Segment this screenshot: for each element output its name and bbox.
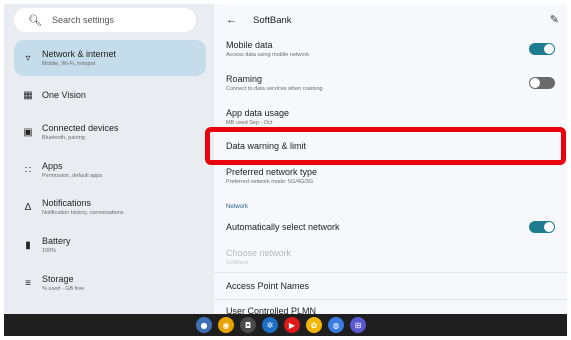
storage-icon: ≡ bbox=[25, 277, 31, 289]
battery-icon: ▮ bbox=[25, 239, 31, 251]
auto-select-network-toggle[interactable] bbox=[529, 221, 555, 233]
sidebar-item-battery[interactable]: ▮ Battery 100% bbox=[14, 230, 206, 260]
sidebar-item-subtitle: 100% bbox=[42, 248, 57, 254]
settings-icon[interactable]: ✲ bbox=[262, 317, 278, 333]
sidebar-item-title: Network & internet bbox=[42, 49, 117, 59]
bell-icon: Δ bbox=[24, 201, 32, 213]
youtube-icon[interactable]: ▶ bbox=[284, 317, 300, 333]
row-subtitle: Connect to data services when roaming bbox=[226, 86, 323, 92]
row-title: Choose network bbox=[226, 248, 292, 258]
sidebar-item-connected-devices[interactable]: ▣ Connected devices Bluetooth, pairing bbox=[14, 117, 206, 147]
apps-folder-icon[interactable]: ⊞ bbox=[350, 317, 366, 333]
sidebar-item-title: Storage bbox=[42, 274, 74, 284]
page-title: SoftBank bbox=[253, 14, 292, 26]
row-title: User Controlled PLMN bbox=[226, 306, 317, 314]
launcher-icon[interactable]: ● bbox=[196, 317, 212, 333]
divider bbox=[214, 299, 567, 300]
roaming-toggle[interactable] bbox=[529, 77, 555, 89]
screenshot-frame: 🔍︎ Search settings ▿ Network & internet … bbox=[0, 0, 571, 340]
auto-select-network-row[interactable]: Automatically select network bbox=[226, 222, 556, 232]
highlight-box bbox=[205, 127, 566, 165]
row-title: Automatically select network bbox=[226, 222, 340, 232]
access-point-names-row[interactable]: Access Point Names bbox=[226, 281, 556, 291]
back-arrow-icon[interactable]: ← bbox=[226, 14, 237, 26]
row-title: Roaming bbox=[226, 74, 263, 84]
preferred-network-type-row[interactable]: Preferred network type Preferred network… bbox=[226, 167, 556, 185]
sidebar-item-network[interactable]: ▿ Network & internet Mobile, Wi-Fi, hots… bbox=[14, 40, 206, 76]
wifi-icon: ▿ bbox=[25, 52, 31, 64]
row-title: Access Point Names bbox=[226, 281, 310, 291]
sidebar-item-subtitle: Bluetooth, pairing bbox=[42, 135, 85, 141]
sidebar-item-one-vision[interactable]: ▦ One Vision bbox=[14, 83, 206, 107]
row-subtitle: Access data using mobile network bbox=[226, 52, 310, 58]
sidebar-item-title: One Vision bbox=[42, 90, 86, 100]
row-subtitle: Preferred network mode: 5G/4G/3G bbox=[226, 179, 314, 185]
row-title: Mobile data bbox=[226, 40, 273, 50]
sidebar-item-subtitle: Notification history, conversations bbox=[42, 210, 124, 216]
sidebar-item-title: Apps bbox=[42, 161, 63, 171]
user-controlled-plmn-row[interactable]: User Controlled PLMN bbox=[226, 306, 556, 314]
edit-pencil-icon[interactable]: ✎ bbox=[550, 13, 559, 26]
sidebar-item-storage[interactable]: ≡ Storage % used - GB free bbox=[14, 268, 206, 298]
network-category-label: Network bbox=[226, 204, 249, 210]
mobile-data-row[interactable]: Mobile data Access data using mobile net… bbox=[226, 40, 556, 58]
sidebar-item-title: Battery bbox=[42, 236, 71, 246]
detail-header: ← SoftBank ✎ bbox=[214, 4, 567, 36]
divider bbox=[214, 272, 567, 273]
camera-icon[interactable]: ◘ bbox=[240, 317, 256, 333]
one-vision-icon: ▦ bbox=[23, 89, 33, 101]
apps-icon: ∷ bbox=[24, 164, 32, 176]
chrome-icon[interactable]: ◉ bbox=[218, 317, 234, 333]
row-title: Preferred network type bbox=[226, 167, 318, 177]
photos-icon[interactable]: ✿ bbox=[306, 317, 322, 333]
mobile-data-toggle[interactable] bbox=[529, 43, 555, 55]
roaming-row[interactable]: Roaming Connect to data services when ro… bbox=[226, 74, 556, 92]
row-subtitle: SoftBank bbox=[226, 260, 249, 266]
app-data-usage-row[interactable]: App data usage MB used Sep - Oct bbox=[226, 108, 556, 126]
search-bar[interactable]: 🔍︎ Search settings bbox=[14, 8, 196, 32]
sidebar-item-subtitle: % used - GB free bbox=[42, 286, 85, 292]
devices-icon: ▣ bbox=[23, 126, 33, 138]
search-icon: 🔍︎ bbox=[28, 14, 42, 27]
search-placeholder: Search settings bbox=[51, 15, 115, 25]
row-title: App data usage bbox=[226, 108, 290, 118]
row-subtitle: MB used Sep - Oct bbox=[226, 120, 273, 126]
sidebar-item-apps[interactable]: ∷ Apps Permission, default apps bbox=[14, 155, 206, 185]
assistant-icon[interactable]: ◍ bbox=[328, 317, 344, 333]
choose-network-row: Choose network SoftBank bbox=[226, 248, 556, 266]
sidebar-item-title: Connected devices bbox=[42, 123, 119, 133]
sidebar-item-subtitle: Mobile, Wi-Fi, hotspot bbox=[42, 61, 96, 67]
sidebar-item-notifications[interactable]: Δ Notifications Notification history, co… bbox=[14, 192, 206, 222]
device-screen: 🔍︎ Search settings ▿ Network & internet … bbox=[4, 4, 567, 336]
settings-sidebar: 🔍︎ Search settings ▿ Network & internet … bbox=[4, 4, 214, 314]
sidebar-item-subtitle: Permission, default apps bbox=[42, 173, 103, 179]
sidebar-item-title: Notifications bbox=[42, 198, 92, 208]
taskbar: ● ◉ ◘ ✲ ▶ ✿ ◍ ⊞ bbox=[4, 314, 567, 336]
